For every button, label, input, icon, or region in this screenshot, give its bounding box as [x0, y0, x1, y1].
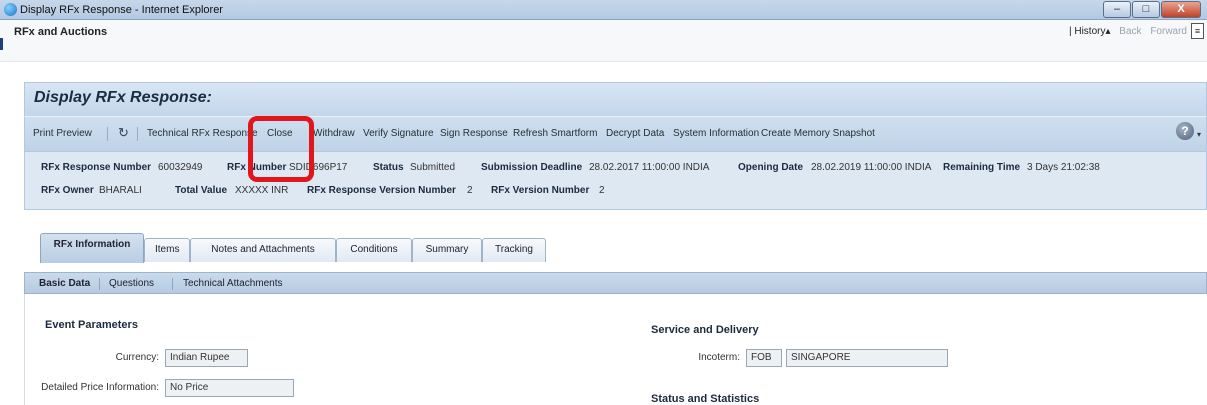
print-preview-button[interactable]: Print Preview [33, 128, 92, 139]
tab-tracking[interactable]: Tracking [482, 238, 546, 262]
subtab-separator [99, 278, 100, 290]
subtab-questions[interactable]: Questions [109, 278, 154, 289]
incoterm-location-field[interactable]: SINGAPORE [786, 349, 948, 367]
price-info-label: Detailed Price Information: [41, 382, 159, 393]
technical-rfx-response-button[interactable]: Technical RFx Response [147, 128, 258, 139]
app-title: RFx and Auctions [14, 26, 108, 38]
window-controls: – □ X [1102, 1, 1201, 18]
forward-link[interactable]: Forward [1150, 26, 1187, 37]
tab-strip: RFx Information Items Notes and Attachme… [24, 210, 1207, 270]
opening-date-label: Opening Date [738, 162, 804, 173]
rfx-version-value: 2 [599, 185, 605, 196]
subtab-separator [172, 278, 173, 290]
sign-response-button[interactable]: Sign Response [440, 128, 508, 139]
close-window-button[interactable]: X [1161, 1, 1201, 18]
nav-separator: | [1068, 26, 1072, 37]
create-memory-snapshot-button[interactable]: Create Memory Snapshot [761, 128, 875, 139]
subtab-strip: Basic Data Questions Technical Attachmen… [24, 272, 1207, 294]
price-info-field[interactable]: No Price [165, 379, 294, 397]
subtab-technical-attachments[interactable]: Technical Attachments [183, 278, 283, 289]
service-delivery-title: Service and Delivery [651, 324, 759, 336]
internet-explorer-icon [4, 3, 17, 16]
maximize-button[interactable]: □ [1132, 1, 1160, 18]
response-number-value: 60032949 [158, 162, 203, 173]
event-parameters-title: Event Parameters [45, 319, 138, 331]
history-nav: | History▴ Back Forward [1069, 26, 1187, 37]
tab-summary[interactable]: Summary [412, 238, 482, 262]
left-edge-marker [0, 38, 3, 50]
opening-date-value: 28.02.2019 11:00:00 INDIA [811, 162, 932, 173]
toolbar-separator [107, 127, 108, 141]
basic-data-content: Event Parameters Currency: Indian Rupee … [24, 294, 1207, 405]
total-value-value: XXXXX INR [235, 185, 289, 196]
submission-deadline-label: Submission Deadline [481, 162, 583, 173]
tab-notes-and-attachments[interactable]: Notes and Attachments [190, 238, 336, 262]
window-titlebar: Display RFx Response - Internet Explorer… [0, 0, 1207, 20]
submission-deadline-value: 28.02.2017 11:00:00 INDIA [589, 162, 710, 173]
rfx-version-label: RFx Version Number [491, 185, 590, 196]
back-link[interactable]: Back [1119, 26, 1141, 37]
rfx-owner-label: RFx Owner [41, 185, 94, 196]
withdraw-button[interactable]: Withdraw [313, 128, 355, 139]
rfx-owner-value: BHARALI [99, 185, 142, 196]
tab-rfx-information[interactable]: RFx Information [40, 233, 144, 263]
decrypt-data-button[interactable]: Decrypt Data [606, 128, 664, 139]
verify-signature-button[interactable]: Verify Signature [363, 128, 434, 139]
minimize-button[interactable]: – [1103, 1, 1131, 18]
page-title-bar: Display RFx Response: [24, 82, 1207, 116]
status-value: Submitted [410, 162, 456, 173]
response-number-label: RFx Response Number [41, 162, 152, 173]
refresh-smartform-button[interactable]: Refresh Smartform [513, 128, 597, 139]
incoterm-label: Incoterm: [698, 352, 740, 363]
refresh-icon[interactable]: ↻ [118, 125, 129, 141]
total-value-label: Total Value [175, 185, 228, 196]
system-information-button[interactable]: System Information [673, 128, 759, 139]
app-header: RFx and Auctions | History▴ Back Forward… [0, 20, 1207, 62]
incoterm-code-field[interactable]: FOB [746, 349, 782, 367]
toolbar-separator [137, 127, 138, 141]
status-label: Status [373, 162, 404, 173]
toolbar: Print Preview ↻ Technical RFx Response C… [24, 116, 1207, 152]
help-icon[interactable]: ? [1176, 122, 1194, 140]
close-highlight-box [248, 116, 314, 182]
currency-field[interactable]: Indian Rupee [165, 349, 248, 367]
help-caret-icon[interactable]: ▾ [1197, 130, 1201, 139]
page-title: Display RFx Response: [34, 89, 212, 106]
history-link[interactable]: History [1074, 26, 1105, 37]
response-header-panel: RFx Response Number 60032949 RFx Number … [24, 152, 1207, 210]
tab-items[interactable]: Items [144, 238, 190, 262]
currency-label: Currency: [115, 352, 159, 363]
subtab-basic-data[interactable]: Basic Data [39, 278, 90, 289]
remaining-time-value: 3 Days 21:02:38 [1027, 162, 1100, 173]
response-version-value: 2 [467, 185, 473, 196]
remaining-time-label: Remaining Time [943, 162, 1021, 173]
response-version-label: RFx Response Version Number [307, 185, 456, 196]
menu-icon[interactable]: ≡ [1191, 23, 1204, 39]
tab-conditions[interactable]: Conditions [336, 238, 412, 262]
status-statistics-title: Status and Statistics [651, 393, 760, 405]
window-title: Display RFx Response - Internet Explorer [20, 4, 223, 16]
history-caret: ▴ [1105, 26, 1111, 37]
